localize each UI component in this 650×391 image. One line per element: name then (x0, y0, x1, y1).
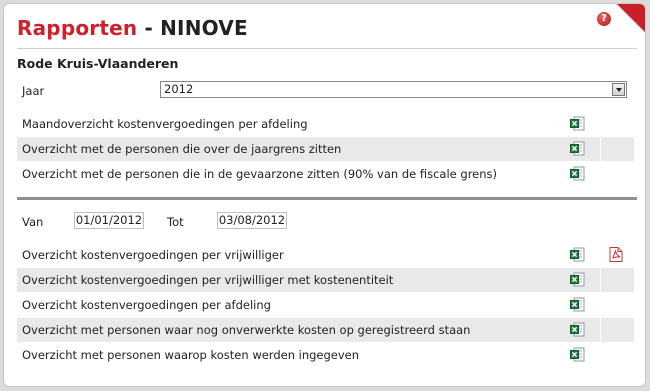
report-row: Overzicht met personen waar nog onverwer… (17, 318, 634, 342)
reports-panel: Rapporten - NINOVE ? Rode Kruis-Vlaander… (3, 3, 646, 387)
title-location: - NINOVE (137, 16, 248, 40)
pdf-icon[interactable] (609, 247, 623, 262)
excel-icon[interactable] (570, 141, 585, 156)
excel-icon[interactable] (570, 297, 585, 312)
report-label: Overzicht kostenvergoedingen per vrijwil… (22, 248, 284, 262)
report-label: Overzicht met personen waar nog onverwer… (22, 323, 471, 337)
report-label: Overzicht kostenvergoedingen per afdelin… (22, 298, 271, 312)
excel-icon[interactable] (570, 322, 585, 337)
page-title: Rapporten - NINOVE (17, 16, 248, 40)
van-label: Van (22, 215, 44, 229)
page-corner-fold-icon (615, 4, 645, 34)
excel-icon[interactable] (570, 116, 585, 131)
report-row: Overzicht met de personen die in de geva… (17, 162, 634, 186)
report-row: Overzicht kostenvergoedingen per vrijwil… (17, 268, 634, 292)
jaar-select-value: 2012 (164, 82, 194, 96)
report-row: Overzicht met de personen die over de ja… (17, 137, 634, 161)
section-separator (17, 197, 637, 200)
report-label: Maandoverzicht kostenvergoedingen per af… (22, 117, 308, 131)
tot-date-field[interactable]: 03/08/2012 (217, 212, 287, 229)
row-cell-divider (600, 318, 601, 342)
tot-label: Tot (167, 215, 184, 229)
report-row: Overzicht kostenvergoedingen per vrijwil… (17, 243, 634, 267)
report-label: Overzicht met de personen die in de geva… (22, 167, 498, 181)
chevron-down-icon[interactable] (612, 83, 625, 96)
jaar-label: Jaar (22, 84, 45, 98)
report-row: Maandoverzicht kostenvergoedingen per af… (17, 112, 634, 136)
report-row: Overzicht met personen waarop kosten wer… (17, 343, 634, 367)
excel-icon[interactable] (570, 272, 585, 287)
help-icon[interactable]: ? (597, 12, 611, 26)
report-label: Overzicht met de personen die over de ja… (22, 142, 342, 156)
row-cell-divider (600, 137, 601, 161)
excel-icon[interactable] (570, 247, 585, 262)
header-divider (17, 48, 637, 49)
organization-name: Rode Kruis-Vlaanderen (17, 56, 179, 71)
van-date-field[interactable]: 01/01/2012 (74, 212, 144, 229)
title-rapporten: Rapporten (17, 16, 138, 40)
jaar-select[interactable]: 2012 (160, 81, 627, 98)
report-row: Overzicht kostenvergoedingen per afdelin… (17, 293, 634, 317)
report-label: Overzicht met personen waarop kosten wer… (22, 348, 360, 362)
row-cell-divider (600, 268, 601, 292)
excel-icon[interactable] (570, 347, 585, 362)
report-label: Overzicht kostenvergoedingen per vrijwil… (22, 273, 394, 287)
excel-icon[interactable] (570, 166, 585, 181)
